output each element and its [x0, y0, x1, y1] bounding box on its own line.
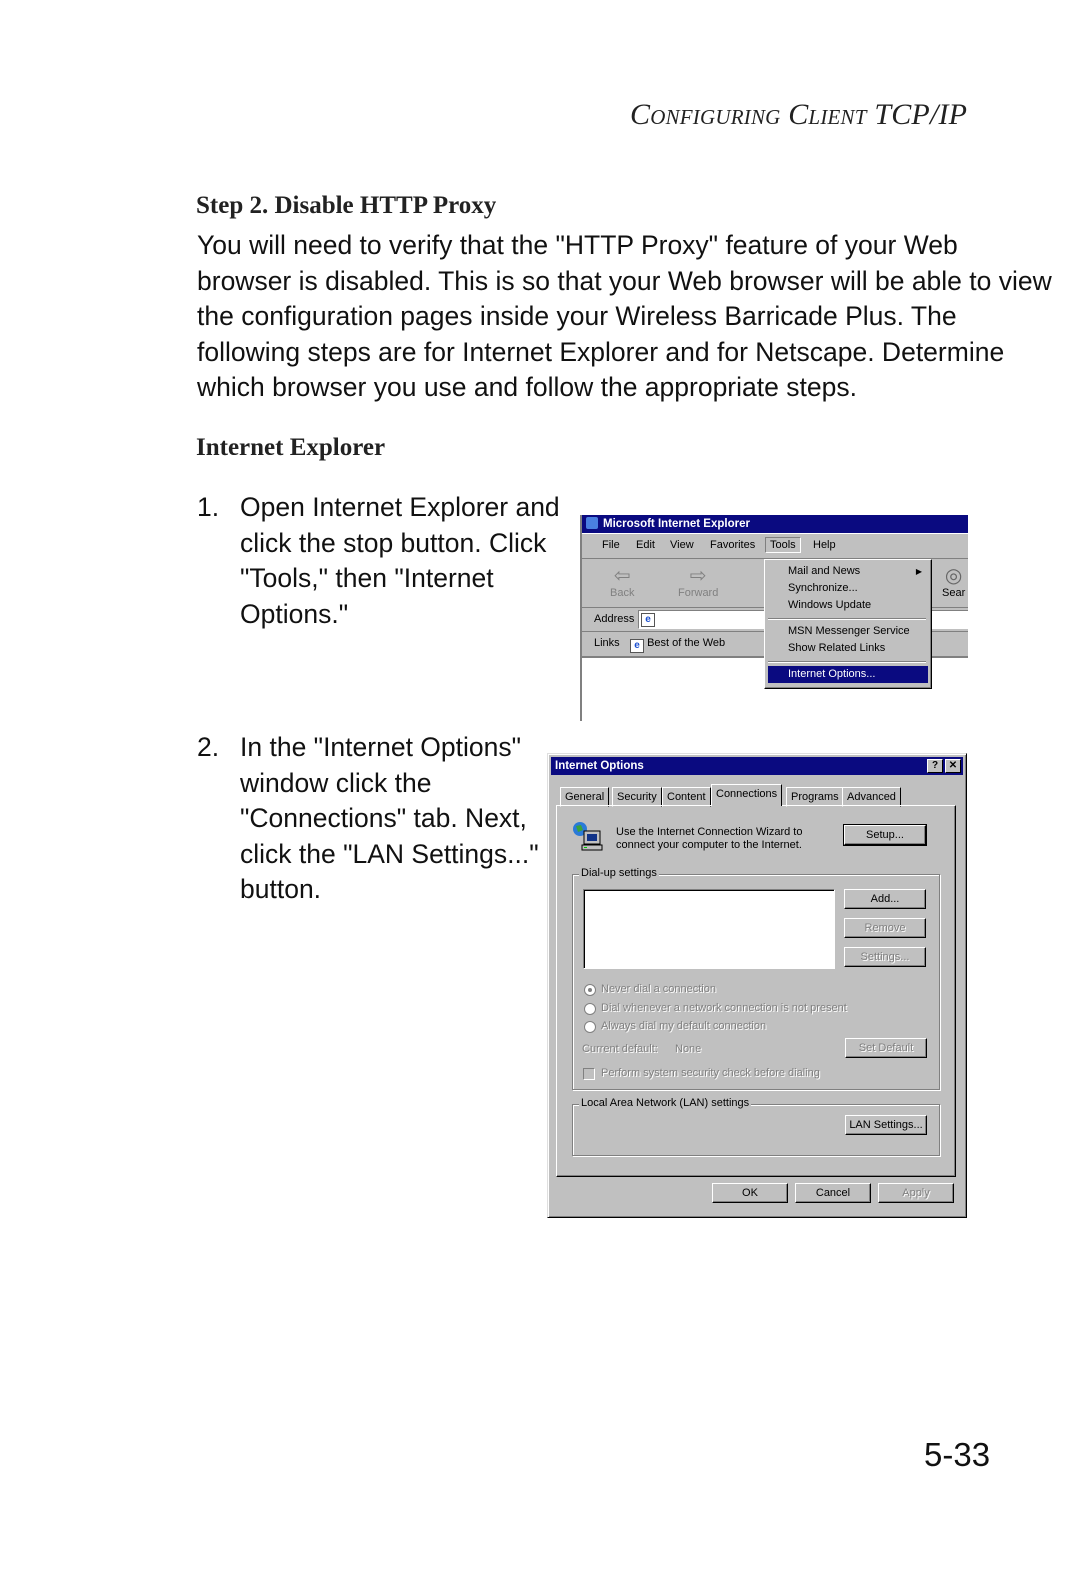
- step-number: 2.: [197, 732, 220, 762]
- section-heading: Step 2. Disable HTTP Proxy: [196, 192, 497, 219]
- menu-item-show-related-links[interactable]: Show Related Links: [768, 640, 928, 657]
- add-button[interactable]: Add...: [844, 889, 926, 909]
- wizard-text-line2: connect your computer to the Internet.: [616, 839, 802, 851]
- dialog-title: Internet Options: [555, 760, 644, 772]
- link-label: Best of the Web: [647, 637, 726, 649]
- forward-label: Forward: [678, 587, 719, 599]
- menu-view[interactable]: View: [670, 539, 694, 551]
- lan-settings-button[interactable]: LAN Settings...: [845, 1115, 927, 1135]
- menu-file[interactable]: File: [602, 539, 620, 551]
- ie-menubar: File Edit View Favorites Tools Help: [582, 534, 968, 559]
- ie-logo-icon: [586, 517, 598, 529]
- remove-button[interactable]: Remove: [844, 918, 926, 938]
- lan-group-label: Local Area Network (LAN) settings: [579, 1097, 752, 1109]
- tools-dropdown-menu: Mail and News ▶ Synchronize... Windows Up…: [764, 559, 932, 689]
- link-icon: e: [630, 639, 644, 653]
- menu-favorites[interactable]: Favorites: [710, 539, 755, 551]
- back-label: Back: [610, 587, 635, 599]
- security-check-label: Perform system security check before dia…: [601, 1067, 820, 1079]
- back-button[interactable]: ⇦ Back: [610, 565, 634, 599]
- tab-advanced[interactable]: Advanced: [842, 787, 901, 807]
- tab-programs[interactable]: Programs: [786, 787, 844, 807]
- ie-titlebar: Microsoft Internet Explorer: [582, 515, 968, 533]
- intro-paragraph: You will need to verify that the "HTTP P…: [197, 230, 1052, 402]
- dialog-titlebar: Internet Options ? ✕: [551, 757, 963, 775]
- menu-item-label: Mail and News: [788, 565, 861, 577]
- search-label: Sear: [942, 587, 966, 599]
- radio-never-dial[interactable]: [584, 984, 596, 996]
- tab-connections[interactable]: Connections: [711, 784, 783, 806]
- menu-separator: [768, 618, 926, 620]
- menu-item-mail-news[interactable]: Mail and News ▶: [768, 563, 928, 580]
- page-icon: e: [641, 613, 655, 627]
- dialup-group-label: Dial-up settings: [579, 867, 659, 879]
- settings-button[interactable]: Settings...: [844, 947, 926, 967]
- ok-button[interactable]: OK: [712, 1183, 788, 1203]
- forward-button[interactable]: ⇨ Forward: [678, 565, 718, 599]
- back-arrow-icon: ⇦: [613, 565, 631, 587]
- radio-label-always-dial: Always dial my default connection: [601, 1020, 767, 1032]
- ie-title: Microsoft Internet Explorer: [603, 518, 750, 530]
- help-button[interactable]: ?: [927, 759, 943, 773]
- radio-dial-whenever[interactable]: [584, 1003, 596, 1015]
- page-number: 5-33: [924, 1436, 991, 1473]
- link-best-of-web[interactable]: e Best of the Web: [630, 637, 725, 653]
- search-icon: ◎: [944, 565, 963, 587]
- running-head: Configuring Client TCP/IP: [630, 98, 968, 131]
- ie-window-screenshot: Microsoft Internet Explorer File Edit Vi…: [580, 515, 968, 721]
- tab-general[interactable]: General: [560, 787, 610, 807]
- menu-item-windows-update[interactable]: Windows Update: [768, 597, 928, 614]
- menu-help[interactable]: Help: [813, 539, 836, 551]
- menu-item-synchronize[interactable]: Synchronize...: [768, 580, 928, 597]
- wizard-text-line1: Use the Internet Connection Wizard to: [616, 826, 803, 838]
- connection-wizard-icon: [573, 822, 603, 851]
- step-text: Open Internet Explorer and click the sto…: [240, 492, 560, 629]
- menu-tools[interactable]: Tools: [765, 537, 801, 553]
- security-check-checkbox[interactable]: [583, 1068, 595, 1080]
- close-button[interactable]: ✕: [945, 759, 961, 773]
- menu-edit[interactable]: Edit: [636, 539, 655, 551]
- menu-item-internet-options[interactable]: Internet Options...: [768, 666, 928, 683]
- set-default-button[interactable]: Set Default: [845, 1038, 927, 1058]
- current-default-label: Current default:: [582, 1043, 658, 1055]
- internet-options-dialog: Internet Options ? ✕ General Security Co…: [547, 753, 967, 1218]
- radio-always-dial[interactable]: [584, 1021, 596, 1033]
- tab-content[interactable]: Content: [662, 787, 711, 807]
- radio-label-never-dial: Never dial a connection: [601, 983, 716, 995]
- menu-separator: [768, 661, 926, 663]
- links-label: Links: [594, 637, 620, 649]
- apply-button[interactable]: Apply: [878, 1183, 954, 1203]
- tab-security[interactable]: Security: [612, 787, 662, 807]
- subheading-internet-explorer: Internet Explorer: [196, 434, 386, 461]
- forward-arrow-icon: ⇨: [689, 565, 707, 587]
- search-button[interactable]: ◎ Sear: [942, 565, 965, 599]
- setup-button[interactable]: Setup...: [843, 824, 927, 846]
- submenu-arrow-icon: ▶: [915, 567, 922, 576]
- address-label: Address: [594, 613, 635, 625]
- dialup-connections-list[interactable]: [583, 889, 835, 969]
- step-number: 1.: [197, 492, 220, 522]
- radio-label-dial-whenever: Dial whenever a network connection is no…: [601, 1002, 847, 1014]
- menu-item-msn-messenger[interactable]: MSN Messenger Service: [768, 623, 928, 640]
- current-default-value: None: [675, 1043, 702, 1055]
- cancel-button[interactable]: Cancel: [795, 1183, 871, 1203]
- step-text: In the "Internet Options" window click t…: [240, 732, 539, 904]
